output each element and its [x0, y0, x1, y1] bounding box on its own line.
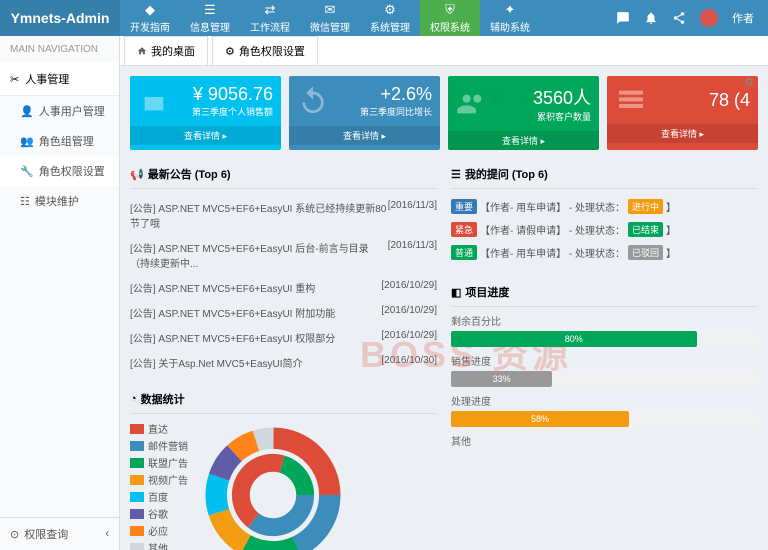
announcement-row[interactable]: [公告] ASP.NET MVC5+EF6+EasyUI 系统已经持续更新80节… — [130, 195, 437, 235]
nav-item-1[interactable]: ☰信息管理 — [180, 0, 240, 36]
donut-chart — [198, 420, 348, 550]
legend-item: 其他 — [130, 539, 188, 550]
stat-card-2: 3560人累积客户数量查看详情 ▸ — [448, 76, 599, 150]
nav-item-2[interactable]: ⇄工作流程 — [240, 0, 300, 36]
brand-logo[interactable]: Ymnets-Admin — [0, 0, 120, 36]
legend-item: 直达 — [130, 420, 188, 437]
sidebar-group[interactable]: ✂人事管理 — [0, 63, 119, 96]
announcement-row[interactable]: [公告] ASP.NET MVC5+EF6+EasyUI 后台-前言与目录（持续… — [130, 235, 437, 275]
user-label[interactable]: 作者 — [732, 10, 754, 26]
nav-item-0[interactable]: ◆开发指南 — [120, 0, 180, 36]
avatar[interactable] — [700, 9, 718, 27]
legend-item: 谷歌 — [130, 505, 188, 522]
nav-item-3[interactable]: ✉微信管理 — [300, 0, 360, 36]
stats-header: ◔ 数据统计 — [130, 385, 437, 414]
card-foot-1[interactable]: 查看详情 ▸ — [289, 126, 440, 145]
sidebar-item-3[interactable]: ☷模块维护 — [0, 186, 119, 216]
top-right-tools: 作者 — [602, 0, 768, 36]
legend-item: 百度 — [130, 488, 188, 505]
stat-card-1: +2.6%第三季度同比增长查看详情 ▸ — [289, 76, 440, 150]
card-foot-2[interactable]: 查看详情 ▸ — [448, 131, 599, 150]
bell-icon[interactable] — [644, 11, 658, 25]
progress-row: 处理进度58% — [451, 393, 758, 427]
tab-permission[interactable]: ⚙角色权限设置 — [212, 36, 318, 65]
announcement-row[interactable]: [公告] ASP.NET MVC5+EF6+EasyUI 附加功能[2016/1… — [130, 300, 437, 325]
progress-row: 其他 — [451, 433, 758, 448]
progress-row: 销售进度33% — [451, 353, 758, 387]
legend-item: 视频广告 — [130, 471, 188, 488]
asks-header: ☰ 我的提问 (Top 6) — [451, 160, 758, 189]
message-icon[interactable] — [616, 11, 630, 25]
project-header: ◧ 项目进度 — [451, 278, 758, 307]
ask-row[interactable]: 重要【作者- 用车申请】 - 处理状态：进行中】 — [451, 195, 758, 218]
nav-item-5[interactable]: ⛨权限系统 — [420, 0, 480, 36]
tab-bar: 我的桌面 ⚙角色权限设置 — [120, 36, 768, 66]
top-nav: ◆开发指南☰信息管理⇄工作流程✉微信管理⚙系统管理⛨权限系统✦辅助系统 — [120, 0, 602, 36]
announcement-row[interactable]: [公告] 关于Asp.Net MVC5+EasyUI简介[2016/10/30] — [130, 350, 437, 375]
stat-card-3: 78 (4查看详情 ▸ — [607, 76, 758, 150]
legend-item: 邮件营销 — [130, 437, 188, 454]
tab-desktop[interactable]: 我的桌面 — [124, 36, 208, 65]
legend-item: 必应 — [130, 522, 188, 539]
gear-icon[interactable]: ⚙ — [744, 76, 754, 89]
card-foot-3[interactable]: 查看详情 ▸ — [607, 124, 758, 143]
legend-item: 联盟广告 — [130, 454, 188, 471]
announcement-row[interactable]: [公告] ASP.NET MVC5+EF6+EasyUI 权限部分[2016/1… — [130, 325, 437, 350]
sidebar: MAIN NAVIGATION ✂人事管理 👤人事用户管理👥角色组管理🔧角色权限… — [0, 36, 120, 550]
announcement-row[interactable]: [公告] ASP.NET MVC5+EF6+EasyUI 重构[2016/10/… — [130, 275, 437, 300]
announcements-header: 📢 最新公告 (Top 6) — [130, 160, 437, 189]
ask-row[interactable]: 紧急【作者- 请假申请】 - 处理状态：已结束】 — [451, 218, 758, 241]
progress-row: 剩余百分比80% — [451, 313, 758, 347]
stat-card-0: ¥ 9056.76第三季度个人销售额查看详情 ▸ — [130, 76, 281, 150]
sidebar-item-1[interactable]: 👥角色组管理 — [0, 126, 119, 156]
chart-legend: 直达邮件营销联盟广告视频广告百度谷歌必应其他 — [130, 420, 188, 550]
nav-item-6[interactable]: ✦辅助系统 — [480, 0, 540, 36]
sidebar-item-0[interactable]: 👤人事用户管理 — [0, 96, 119, 126]
card-foot-0[interactable]: 查看详情 ▸ — [130, 126, 281, 145]
sidebar-item-2[interactable]: 🔧角色权限设置 — [0, 156, 119, 186]
share-icon[interactable] — [672, 11, 686, 25]
sidebar-bottom[interactable]: ⊙权限查询‹ — [0, 517, 119, 550]
ask-row[interactable]: 普通【作者- 用车申请】 - 处理状态：已驳回】 — [451, 241, 758, 264]
sidebar-title: MAIN NAVIGATION — [0, 36, 119, 63]
nav-item-4[interactable]: ⚙系统管理 — [360, 0, 420, 36]
